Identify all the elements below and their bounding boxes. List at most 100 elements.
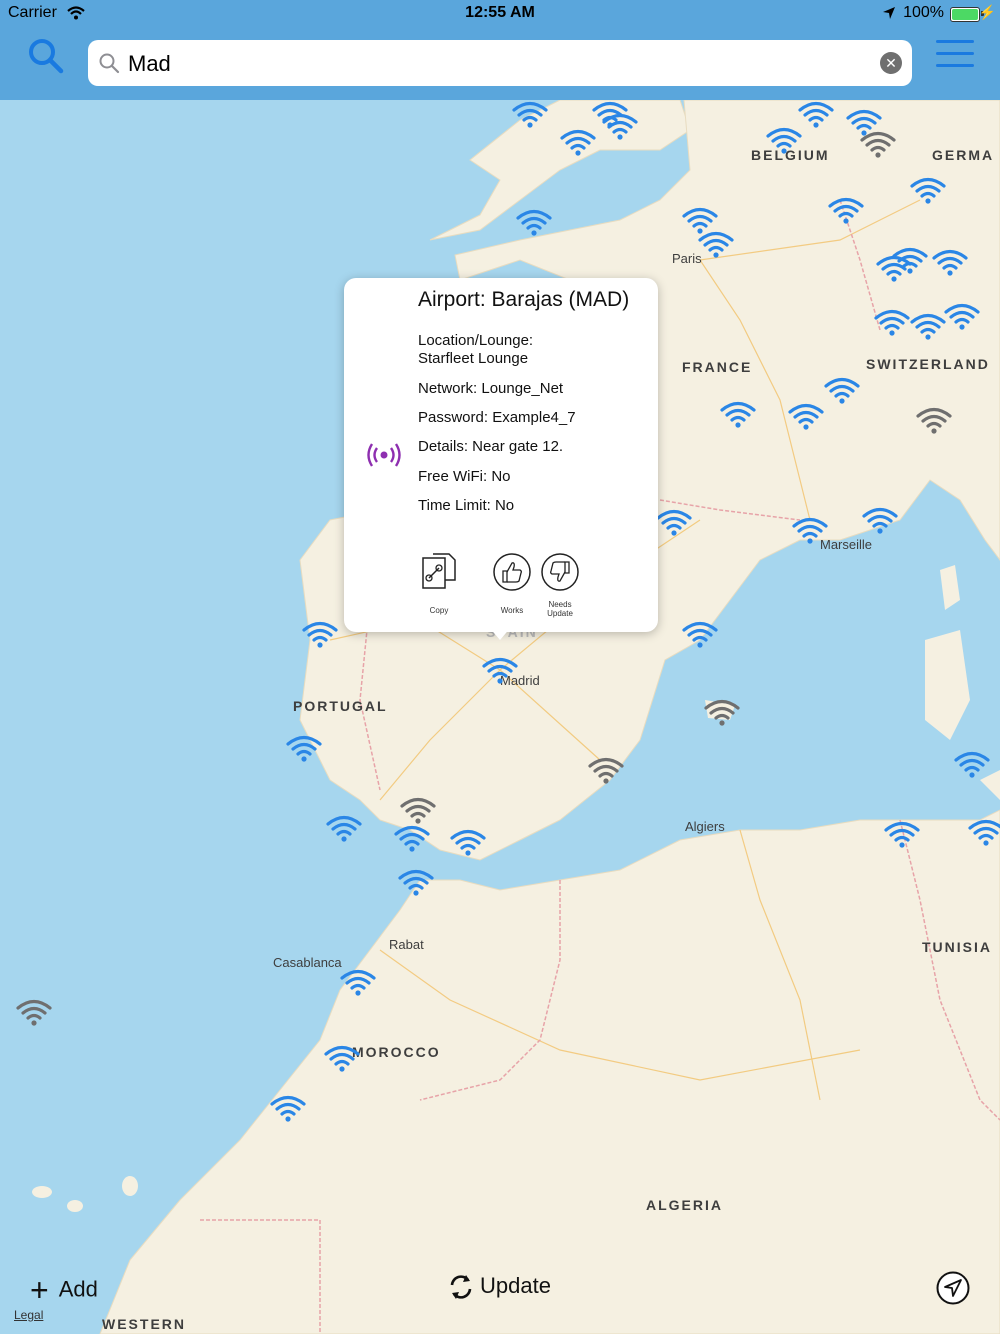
wifi-icon [588, 757, 624, 784]
wifi-hotspot-pin[interactable] [910, 176, 946, 204]
wifi-hotspot-pin[interactable] [792, 516, 828, 544]
wifi-icon [916, 407, 952, 434]
wifi-icon [560, 129, 596, 156]
wifi-icon [862, 507, 898, 534]
wifi-hotspot-pin[interactable] [512, 100, 548, 128]
locate-me-icon[interactable] [936, 1271, 970, 1305]
popup-title: Airport: Barajas (MAD) [418, 288, 630, 311]
wifi-hotspot-pin[interactable] [682, 620, 718, 648]
wifi-icon [798, 101, 834, 128]
wifi-icon [792, 517, 828, 544]
wifi-hotspot-pin[interactable] [828, 196, 864, 224]
clear-search-icon[interactable]: ✕ [880, 52, 902, 74]
wifi-icon [910, 313, 946, 340]
broadcast-icon [367, 443, 401, 467]
wifi-hotspot-pin[interactable] [892, 246, 928, 274]
wifi-icon [944, 303, 980, 330]
clock: 12:55 AM [465, 4, 535, 21]
wifi-hotspot-pin[interactable] [16, 998, 52, 1026]
wifi-icon [16, 999, 52, 1026]
wifi-icon [450, 829, 486, 856]
wifi-hotspot-pin[interactable] [798, 100, 834, 128]
search-icon[interactable] [26, 36, 66, 76]
needs-update-button[interactable]: Needs Update [538, 552, 582, 618]
wifi-hotspot-pin[interactable] [302, 620, 338, 648]
password-text: Password: Example4_7 [418, 409, 576, 426]
needs-update-label-2: Update [547, 609, 573, 618]
wifi-hotspot-pin[interactable] [932, 248, 968, 276]
wifi-hotspot-pin[interactable] [398, 868, 434, 896]
wifi-hotspot-pin[interactable] [862, 506, 898, 534]
magnifier-icon [99, 53, 120, 74]
wifi-icon [602, 113, 638, 140]
wifi-hotspot-pin[interactable] [824, 376, 860, 404]
wifi-icon [910, 177, 946, 204]
wifi-hotspot-pin[interactable] [340, 968, 376, 996]
wifi-hotspot-pin[interactable] [286, 734, 322, 762]
wifi-hotspot-pin[interactable] [916, 406, 952, 434]
wifi-hotspot-pin[interactable] [874, 308, 910, 336]
wifi-hotspot-pin[interactable] [560, 128, 596, 156]
wifi-hotspot-pin[interactable] [602, 112, 638, 140]
copy-button[interactable]: Copy [414, 552, 464, 615]
city-label-algiers: Algiers [685, 819, 725, 834]
legal-link[interactable]: Legal [14, 1308, 43, 1322]
country-label-switzerland: SWITZERLAND [866, 356, 990, 372]
wifi-hotspot-pin[interactable] [450, 828, 486, 856]
update-label: Update [480, 1272, 551, 1298]
wifi-icon [766, 127, 802, 154]
wifi-hotspot-pin[interactable] [698, 230, 734, 258]
network-text: Network: Lounge_Net [418, 380, 564, 397]
wifi-hotspot-pin[interactable] [516, 208, 552, 236]
time-limit-text: Time Limit: No [418, 497, 515, 514]
wifi-hotspot-pin[interactable] [788, 402, 824, 430]
wifi-icon [874, 309, 910, 336]
wifi-icon [968, 819, 1000, 846]
wifi-hotspot-pin[interactable] [944, 302, 980, 330]
wifi-hotspot-pin[interactable] [968, 818, 1000, 846]
wifi-hotspot-pin[interactable] [326, 814, 362, 842]
wifi-icon [302, 621, 338, 648]
wifi-icon [482, 657, 518, 684]
hamburger-menu-icon[interactable] [936, 40, 974, 70]
wifi-hotspot-pin[interactable] [656, 508, 692, 536]
country-label-portugal: PORTUGAL [293, 698, 388, 714]
wifi-hotspot-pin[interactable] [954, 750, 990, 778]
city-label-rabat: Rabat [389, 937, 424, 952]
wifi-hotspot-pin[interactable] [400, 796, 436, 824]
wifi-icon [892, 247, 928, 274]
wifi-icon [394, 825, 430, 852]
wifi-hotspot-pin[interactable] [860, 130, 896, 158]
wifi-hotspot-pin[interactable] [588, 756, 624, 784]
wifi-icon [656, 509, 692, 536]
wifi-icon [400, 797, 436, 824]
wifi-icon [398, 869, 434, 896]
wifi-hotspot-pin[interactable] [720, 400, 756, 428]
update-button[interactable]: Update [446, 1272, 551, 1302]
country-label-algeria: ALGERIA [646, 1197, 723, 1213]
wifi-hotspot-pin[interactable] [910, 312, 946, 340]
search-input[interactable] [126, 46, 870, 82]
city-label-casablanca: Casablanca [273, 955, 342, 970]
copy-label: Copy [429, 606, 449, 615]
wifi-icon [860, 131, 896, 158]
add-button[interactable]: + Add [30, 1272, 98, 1309]
wifi-hotspot-pin[interactable] [766, 126, 802, 154]
country-label-germany: GERMA [932, 147, 995, 163]
location-arrow-icon [883, 7, 895, 19]
top-bar: Carrier 12:55 AM 100% ⚡ ✕ [0, 0, 1000, 100]
country-label-western-sahara: WESTERN [102, 1316, 186, 1332]
wifi-icon [340, 969, 376, 996]
wifi-icon [326, 815, 362, 842]
wifi-hotspot-pin[interactable] [270, 1094, 306, 1122]
wifi-icon [698, 231, 734, 258]
location-value: Starfleet Lounge [418, 350, 529, 367]
wifi-icon [932, 249, 968, 276]
wifi-hotspot-pin[interactable] [704, 698, 740, 726]
wifi-icon [324, 1045, 360, 1072]
wifi-hotspot-pin[interactable] [884, 820, 920, 848]
works-button[interactable]: Works [490, 552, 534, 615]
wifi-hotspot-pin[interactable] [324, 1044, 360, 1072]
wifi-hotspot-pin[interactable] [482, 656, 518, 684]
wifi-hotspot-pin[interactable] [394, 824, 430, 852]
